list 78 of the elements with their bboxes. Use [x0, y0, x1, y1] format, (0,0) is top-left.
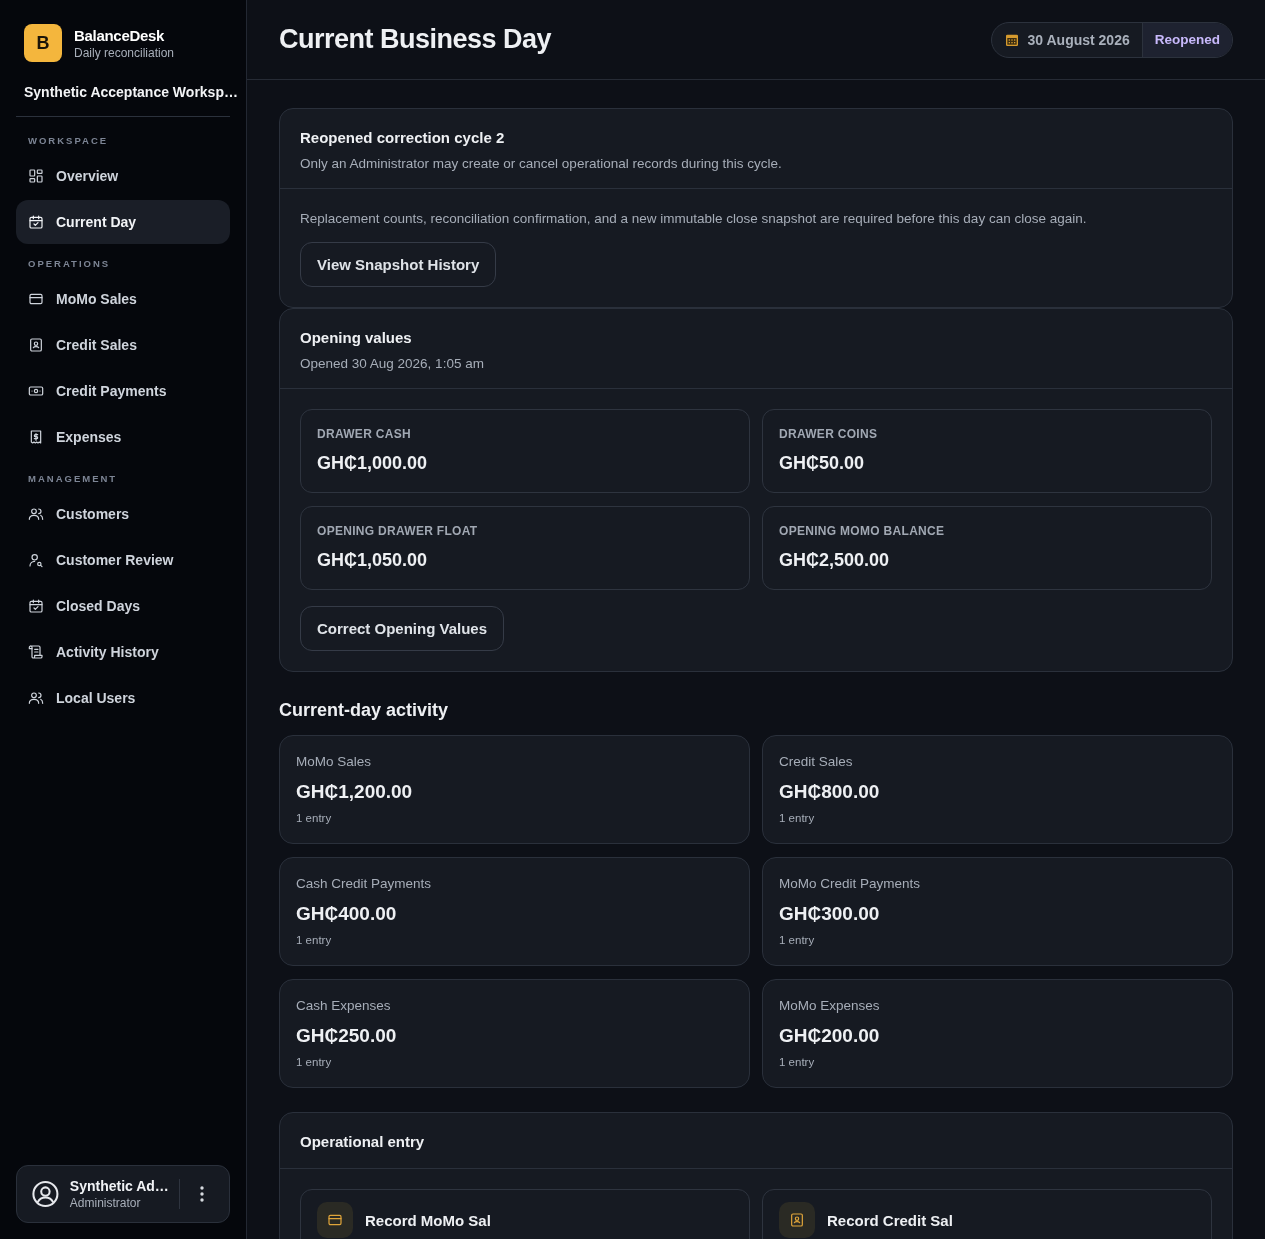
section-title: Current-day activity [279, 700, 450, 721]
user-card[interactable]: Synthetic Ad… Administrator [16, 1165, 230, 1223]
nav-item[interactable]: Activity History [16, 630, 230, 674]
entry-count: 1 entry [779, 1056, 816, 1068]
view-snapshot-history-button[interactable]: View Snapshot History [300, 242, 497, 287]
nav-item[interactable]: Credit Payments [16, 369, 230, 413]
scroll-icon [28, 644, 44, 660]
users-icon [28, 506, 44, 522]
value-amount: GH₵50.00 [779, 453, 866, 474]
nav-item[interactable]: MoMo Sales [16, 277, 230, 321]
nav-item[interactable]: Current Day [16, 200, 230, 244]
entry-count: 1 entry [296, 934, 333, 946]
section-label: OPERATIONS [27, 257, 112, 271]
card-title: Opening values [300, 329, 413, 346]
activity-amount: GH₵300.00 [779, 903, 881, 925]
entry-count: 1 entry [779, 812, 816, 824]
value-amount: GH₵2,500.00 [779, 550, 891, 571]
contact-card-icon [28, 337, 44, 353]
brand-logo: B [24, 24, 62, 62]
value-label: OPENING MOMO BALANCE [779, 524, 946, 538]
activity-amount: GH₵250.00 [296, 1025, 398, 1047]
value-label: DRAWER CASH [317, 427, 412, 441]
activity-amount: GH₵200.00 [779, 1025, 881, 1047]
notice-subtitle: Only an Administrator may create or cancel operational records during this cycle. [300, 156, 783, 171]
record-action-card[interactable]: Record MoMo Sal [300, 1189, 750, 1239]
grid-icon [28, 168, 44, 184]
calendar-check-icon [28, 214, 44, 230]
entry-count: 1 entry [296, 812, 333, 824]
activity-label: Cash Credit Payments [296, 876, 433, 891]
business-date: 30 August 2026 [1027, 31, 1130, 48]
action-label: Record MoMo Sal [365, 1212, 491, 1229]
activity-label: Cash Expenses [296, 998, 392, 1013]
value-label: DRAWER COINS [779, 427, 879, 441]
nav-item[interactable]: Closed Days [16, 584, 230, 628]
calendar-check-icon [28, 598, 44, 614]
brand-name: BalanceDesk [74, 26, 166, 44]
notice-title: Reopened correction cycle 2 [300, 129, 506, 146]
action-label: Record Credit Sal [827, 1212, 953, 1229]
workspace-name[interactable]: Synthetic Acceptance Worksp… [0, 62, 246, 116]
activity-amount: GH₵400.00 [296, 903, 398, 925]
page-title: Current Business Day [279, 24, 552, 55]
section-label: MANAGEMENT [27, 472, 119, 486]
user-avatar-icon [31, 1178, 60, 1210]
card-icon [327, 1212, 343, 1228]
activity-label: MoMo Sales [296, 754, 373, 769]
entry-count: 1 entry [296, 1056, 333, 1068]
value-label: OPENING DRAWER FLOAT [317, 524, 479, 538]
nav-item[interactable]: Credit Sales [16, 323, 230, 367]
nav-item[interactable]: Customers [16, 492, 230, 536]
card-icon [28, 291, 44, 307]
entry-count: 1 entry [779, 934, 816, 946]
activity-label: MoMo Expenses [779, 998, 881, 1013]
banknote-icon [28, 383, 44, 399]
opened-time: Opened 30 Aug 2026, 1:05 am [300, 356, 485, 371]
card-title: Operational entry [300, 1133, 426, 1150]
nav-item[interactable]: Expenses [16, 415, 230, 459]
activity-label: Credit Sales [779, 754, 854, 769]
notice-text: Replacement counts, reconciliation confirmation, and a new immutable close snapshot are required before this day can close again. [300, 211, 1088, 226]
section-label: WORKSPACE [27, 134, 110, 148]
value-amount: GH₵1,050.00 [317, 550, 429, 571]
nav-item[interactable]: Overview [16, 154, 230, 198]
activity-label: MoMo Credit Payments [779, 876, 922, 891]
record-action-card[interactable]: Record Credit Sal [762, 1189, 1212, 1239]
activity-amount: GH₵1,200.00 [296, 781, 414, 803]
value-amount: GH₵1,000.00 [317, 453, 429, 474]
activity-amount: GH₵800.00 [779, 781, 881, 803]
user-search-icon [28, 552, 44, 568]
vertical-dots-icon [200, 1186, 205, 1202]
nav-item[interactable]: Customer Review [16, 538, 230, 582]
dollar-receipt-icon [28, 429, 44, 445]
contact-card-icon [789, 1212, 805, 1228]
brand-tagline: Daily reconciliation [74, 45, 175, 60]
status-badge: Reopened [1141, 22, 1232, 57]
user-name: Synthetic Ad… [69, 1178, 169, 1194]
users-icon [28, 690, 44, 706]
nav-item[interactable]: Local Users [16, 676, 230, 720]
correct-opening-values-button[interactable]: Correct Opening Values [300, 606, 505, 651]
user-role: Administrator [69, 1196, 142, 1210]
